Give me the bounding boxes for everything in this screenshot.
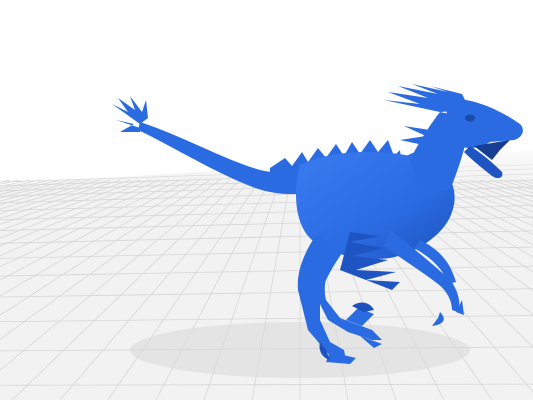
model-shadow — [130, 322, 470, 378]
scene-canvas — [0, 0, 533, 400]
raptor-eye — [465, 114, 475, 122]
3d-model-viewport[interactable] — [0, 0, 533, 400]
